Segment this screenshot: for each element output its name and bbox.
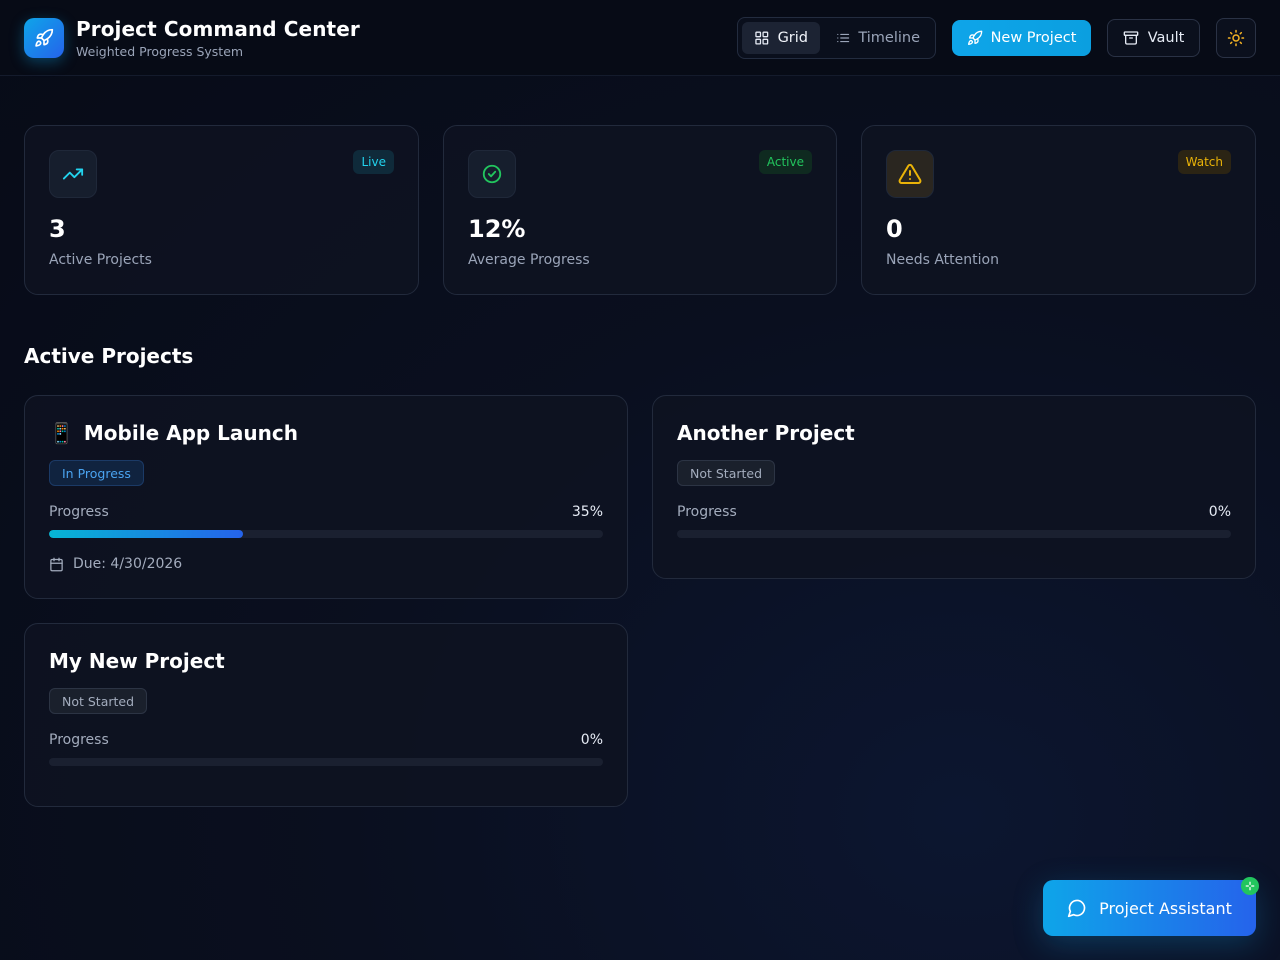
progress-percent: 35% <box>571 504 603 520</box>
list-icon <box>837 33 850 43</box>
grid-view-label: Grid <box>777 30 808 46</box>
progress-percent: 0% <box>1208 504 1231 520</box>
stat-value: 3 <box>49 215 66 243</box>
stat-label: Active Projects <box>49 252 152 268</box>
progress-bar <box>677 530 1231 538</box>
timeline-view-button[interactable]: Timeline <box>824 22 932 54</box>
view-toggle: Grid Timeline <box>737 17 936 59</box>
due-date: Due: 4/30/2026 <box>49 556 182 572</box>
rocket-logo-icon <box>24 18 64 58</box>
new-project-button[interactable]: New Project <box>952 20 1091 56</box>
status-badge: Not Started <box>49 688 148 714</box>
project-name: Mobile App Launch <box>83 421 298 445</box>
app-subtitle: Weighted Progress System <box>76 44 244 59</box>
grid-icon <box>755 31 769 45</box>
stat-value: 0 <box>886 215 903 243</box>
project-card-another-project[interactable]: Another Project Not Started Progress 0% <box>652 395 1256 579</box>
vault-button[interactable]: Vault <box>1107 19 1200 57</box>
watch-badge: Watch <box>1177 150 1231 174</box>
progress-bar <box>49 758 603 766</box>
timeline-view-label: Timeline <box>858 30 920 46</box>
top-header: Project Command Center Weighted Progress… <box>0 0 1280 76</box>
due-date-text: Due: 4/30/2026 <box>73 556 183 572</box>
trending-up-icon <box>49 150 97 198</box>
warning-icon <box>886 150 934 198</box>
grid-view-button[interactable]: Grid <box>742 22 820 54</box>
project-name: Another Project <box>677 421 855 445</box>
stat-value: 12% <box>468 215 526 243</box>
app-title: Project Command Center <box>76 17 360 41</box>
sparkle-icon <box>1241 877 1259 895</box>
status-badge: In Progress <box>49 460 144 486</box>
rocket-icon <box>967 30 982 45</box>
project-title: Another Project <box>677 421 855 445</box>
project-card-mobile-app-launch[interactable]: 📱 Mobile App Launch In Progress Progress… <box>24 395 628 599</box>
new-project-label: New Project <box>990 30 1077 46</box>
calendar-icon <box>50 557 63 571</box>
live-badge: Live <box>353 150 394 174</box>
project-assistant-label: Project Assistant <box>1099 898 1232 918</box>
progress-bar <box>49 530 603 538</box>
project-title: 📱 Mobile App Launch <box>49 421 298 445</box>
project-assistant-button[interactable]: Project Assistant <box>1043 880 1256 936</box>
stat-label: Needs Attention <box>886 252 999 268</box>
progress-label: Progress <box>49 504 109 520</box>
stat-card-average-progress: Active 12% Average Progress <box>443 125 837 295</box>
progress-label: Progress <box>49 732 109 748</box>
active-badge: Active <box>758 150 812 174</box>
theme-toggle-button[interactable] <box>1216 18 1256 58</box>
chat-bubble-icon <box>1067 899 1086 918</box>
project-card-my-new-project[interactable]: My New Project Not Started Progress 0% <box>24 623 628 807</box>
check-circle-icon <box>468 150 516 198</box>
section-title: Active Projects <box>24 344 194 368</box>
vault-label: Vault <box>1147 30 1185 46</box>
archive-icon <box>1123 31 1139 45</box>
stat-card-active-projects: Live 3 Active Projects <box>24 125 419 295</box>
progress-percent: 0% <box>580 732 603 748</box>
project-name: My New Project <box>49 649 225 673</box>
phone-emoji-icon: 📱 <box>49 421 74 445</box>
status-badge: Not Started <box>677 460 776 486</box>
project-title: My New Project <box>49 649 225 673</box>
sun-icon <box>1227 29 1245 47</box>
progress-bar-fill <box>49 530 243 538</box>
stat-card-needs-attention: Watch 0 Needs Attention <box>861 125 1256 295</box>
progress-label: Progress <box>677 504 737 520</box>
stat-label: Average Progress <box>468 252 590 268</box>
